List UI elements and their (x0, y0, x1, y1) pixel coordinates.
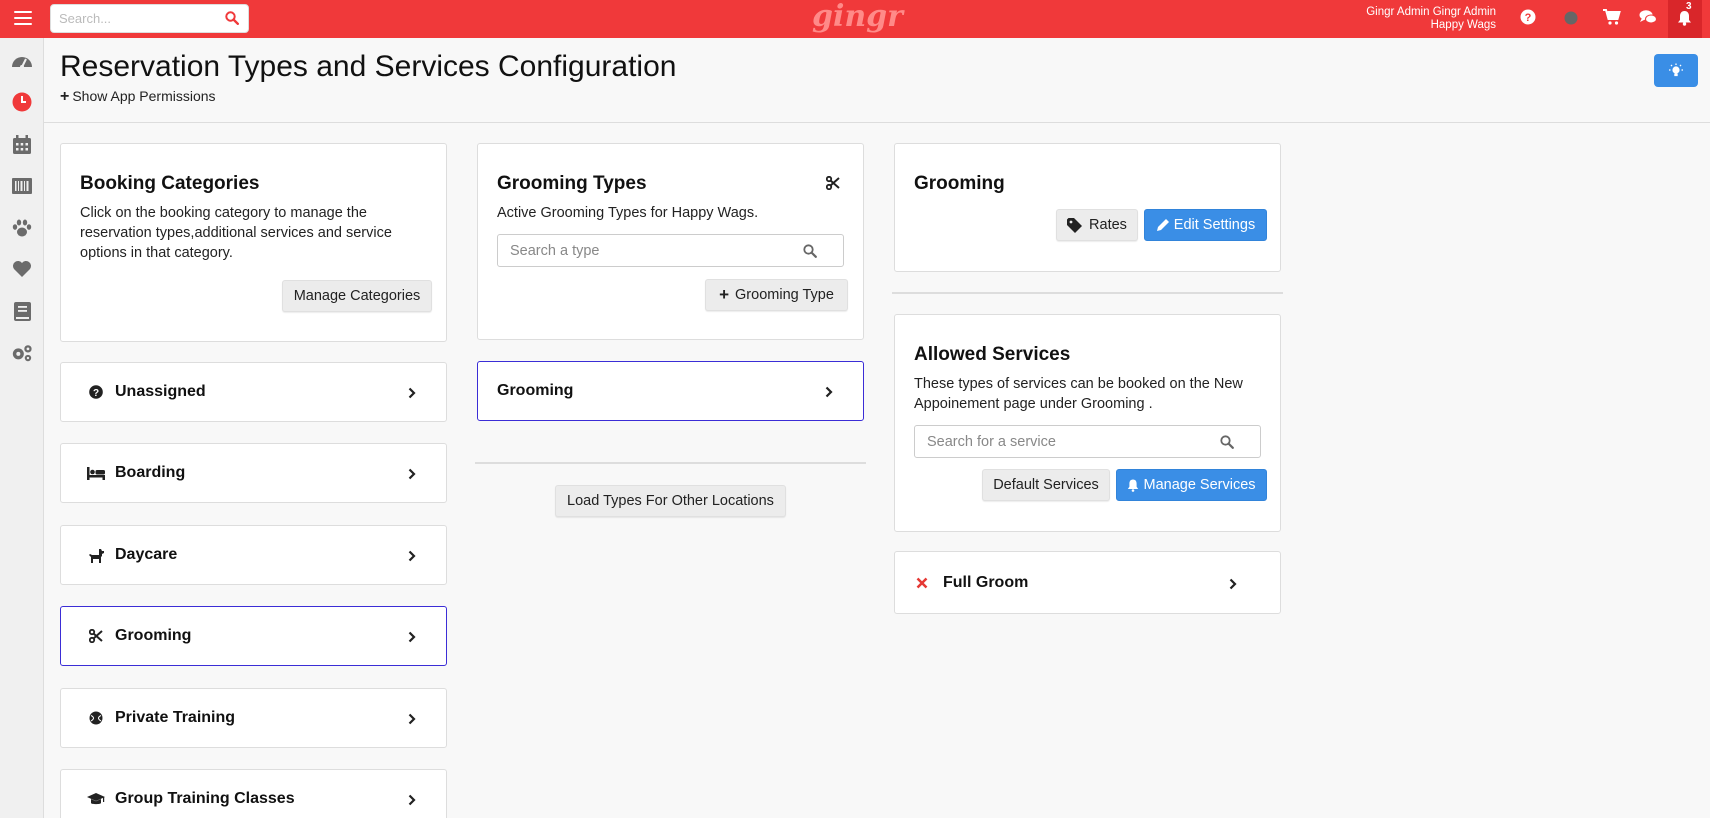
chevron-right-icon (408, 712, 416, 730)
plus-icon: + (60, 88, 70, 105)
settings-gears-icon[interactable] (11, 342, 33, 364)
default-services-button[interactable]: Default Services (982, 469, 1110, 501)
divider (892, 292, 1283, 294)
load-other-locations-button[interactable]: Load Types For Other Locations (555, 485, 786, 517)
paw-icon[interactable] (11, 217, 33, 239)
book-icon[interactable] (11, 300, 33, 322)
user-name: Gingr Admin Gingr Admin (1366, 6, 1496, 18)
chevron-right-icon (1229, 577, 1237, 595)
graduation-cap-icon (87, 791, 105, 807)
lightbulb-icon (1669, 63, 1683, 76)
category-label: Grooming (115, 627, 192, 644)
booking-categories-description: Click on the booking category to manage … (80, 205, 392, 261)
service-label: Full Groom (943, 574, 1029, 591)
pencil-icon (1156, 219, 1169, 231)
search-icon[interactable] (225, 11, 240, 30)
allowed-services-description: These types of services can be booked on… (914, 376, 1243, 412)
help-icon[interactable]: ? (1520, 9, 1536, 30)
chevron-right-icon (408, 549, 416, 567)
status-dot-icon[interactable] (1564, 11, 1578, 30)
add-grooming-type-label: Grooming Type (735, 287, 834, 303)
barcode-icon[interactable] (11, 175, 33, 197)
grooming-detail-title: Grooming (914, 173, 1005, 194)
grooming-type-search-input[interactable] (498, 235, 774, 266)
calendar-icon[interactable] (11, 133, 33, 155)
rates-button[interactable]: Rates (1056, 209, 1138, 241)
top-navbar: gingr Gingr Admin Gingr Admin Happy Wags… (0, 0, 1710, 38)
divider (475, 462, 866, 464)
dashboard-icon[interactable] (11, 50, 33, 72)
manage-categories-button[interactable]: Manage Categories (282, 280, 432, 312)
user-menu[interactable]: Gingr Admin Gingr Admin Happy Wags (1366, 6, 1496, 32)
edit-settings-button[interactable]: Edit Settings (1144, 209, 1267, 241)
category-label: Group Training Classes (115, 790, 295, 807)
show-app-permissions-link[interactable]: + Show App Permissions (60, 88, 216, 106)
chevron-right-icon (408, 386, 416, 404)
remove-x-icon[interactable] (913, 575, 931, 591)
dog-icon (87, 547, 105, 563)
chevron-right-icon (408, 793, 416, 811)
bed-icon (87, 465, 105, 481)
manage-services-button[interactable]: Manage Services (1116, 469, 1267, 501)
category-row-boarding[interactable]: Boarding (60, 443, 447, 503)
category-row-daycare[interactable]: Daycare (60, 525, 447, 585)
grooming-types-panel: Grooming Types Active Grooming Types for… (477, 143, 864, 340)
category-row-group-training-classes[interactable]: Group Training Classes (60, 769, 447, 818)
tag-icon (1067, 217, 1083, 233)
service-row-full-groom[interactable]: Full Groom (894, 551, 1281, 614)
cart-icon[interactable] (1603, 9, 1621, 30)
category-row-private-training[interactable]: Private Training (60, 688, 447, 748)
show-app-permissions-label: Show App Permissions (72, 88, 216, 104)
svg-text:?: ? (93, 388, 99, 399)
scissors-icon (825, 175, 840, 195)
category-label: Unassigned (115, 383, 206, 400)
service-search[interactable] (914, 425, 1261, 458)
header-divider (44, 122, 1710, 123)
grooming-type-label: Grooming (497, 382, 574, 399)
tips-button[interactable] (1654, 54, 1698, 87)
sidebar (0, 38, 44, 818)
allowed-services-panel: Allowed Services These types of services… (894, 314, 1281, 532)
question-circle-icon: ? (87, 384, 105, 400)
chevron-right-icon (825, 385, 833, 403)
location-name: Happy Wags (1430, 19, 1496, 31)
bell-icon (1128, 479, 1139, 492)
category-label: Boarding (115, 464, 186, 481)
chevron-right-icon (408, 467, 416, 485)
grooming-type-search[interactable] (497, 234, 844, 267)
global-search-input[interactable] (51, 5, 211, 32)
rates-label: Rates (1089, 217, 1127, 233)
bell-icon (1678, 11, 1691, 26)
scissors-icon (87, 628, 105, 644)
notifications-button[interactable]: 3 (1668, 0, 1702, 38)
edit-settings-label: Edit Settings (1173, 217, 1256, 233)
grooming-type-row-grooming[interactable]: Grooming (477, 361, 864, 421)
booking-categories-panel: Booking Categories Click on the booking … (60, 143, 447, 342)
plus-icon: + (719, 285, 730, 304)
grooming-types-title: Grooming Types (497, 173, 647, 194)
search-icon[interactable] (1220, 435, 1234, 454)
booking-categories-title: Booking Categories (80, 173, 260, 194)
ball-icon (87, 710, 105, 726)
grooming-detail-panel: Grooming Rates Edit Settings (894, 143, 1281, 272)
page-title: Reservation Types and Services Configura… (60, 50, 677, 83)
grooming-types-subtitle: Active Grooming Types for Happy Wags. (497, 205, 759, 221)
category-row-grooming[interactable]: Grooming (60, 606, 447, 666)
menu-icon[interactable] (14, 11, 32, 25)
allowed-services-title: Allowed Services (914, 344, 1071, 365)
service-search-input[interactable] (915, 426, 1191, 457)
category-label: Private Training (115, 709, 236, 726)
global-search[interactable] (50, 4, 249, 33)
gingr-logo[interactable]: gingr (812, 0, 903, 34)
svg-text:?: ? (1525, 12, 1532, 24)
chat-icon[interactable] (1639, 9, 1657, 30)
manage-services-label: Manage Services (1143, 477, 1256, 493)
category-label: Daycare (115, 546, 178, 563)
clock-icon[interactable] (11, 91, 33, 113)
add-grooming-type-button[interactable]: + Grooming Type (705, 279, 848, 311)
category-row-unassigned[interactable]: ? Unassigned (60, 362, 447, 422)
heart-icon[interactable] (11, 258, 33, 280)
chevron-right-icon (408, 630, 416, 648)
search-icon[interactable] (803, 244, 817, 263)
